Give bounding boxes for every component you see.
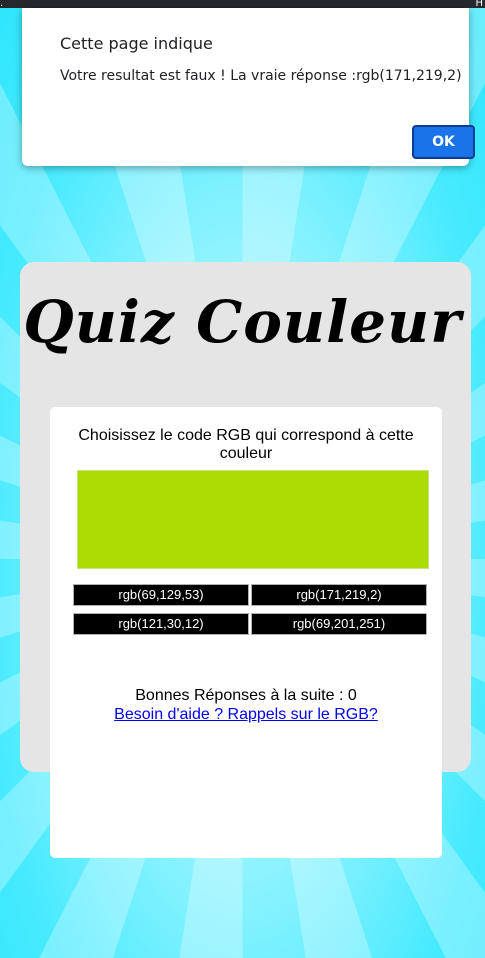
rgb-help-link[interactable]: Besoin d'aide ? Rappels sur le RGB? (50, 706, 442, 724)
browser-toolbar-glyph-right: H (475, 0, 483, 9)
dialog-message: Votre resultat est faux ! La vraie répon… (60, 68, 462, 84)
answer-button-4[interactable]: rgb(69,201,251) (251, 613, 427, 635)
dialog-title: Cette page indique (60, 34, 213, 53)
alert-dialog: Cette page indique Votre resultat est fa… (22, 8, 475, 166)
answer-button-3[interactable]: rgb(121,30,12) (73, 613, 249, 635)
color-swatch (77, 470, 429, 569)
answer-button-2[interactable]: rgb(171,219,2) (251, 584, 427, 606)
ok-button[interactable]: OK (412, 125, 475, 159)
browser-toolbar-strip: . H (0, 0, 485, 9)
quiz-title: Quiz Couleur (23, 288, 462, 356)
browser-toolbar-glyph-left: . (0, 0, 4, 9)
answer-button-1[interactable]: rgb(69,129,53) (73, 584, 249, 606)
question-text: Choisissez le code RGB qui correspond à … (78, 427, 414, 462)
score-text: Bonnes Réponses à la suite : 0 (135, 687, 357, 704)
